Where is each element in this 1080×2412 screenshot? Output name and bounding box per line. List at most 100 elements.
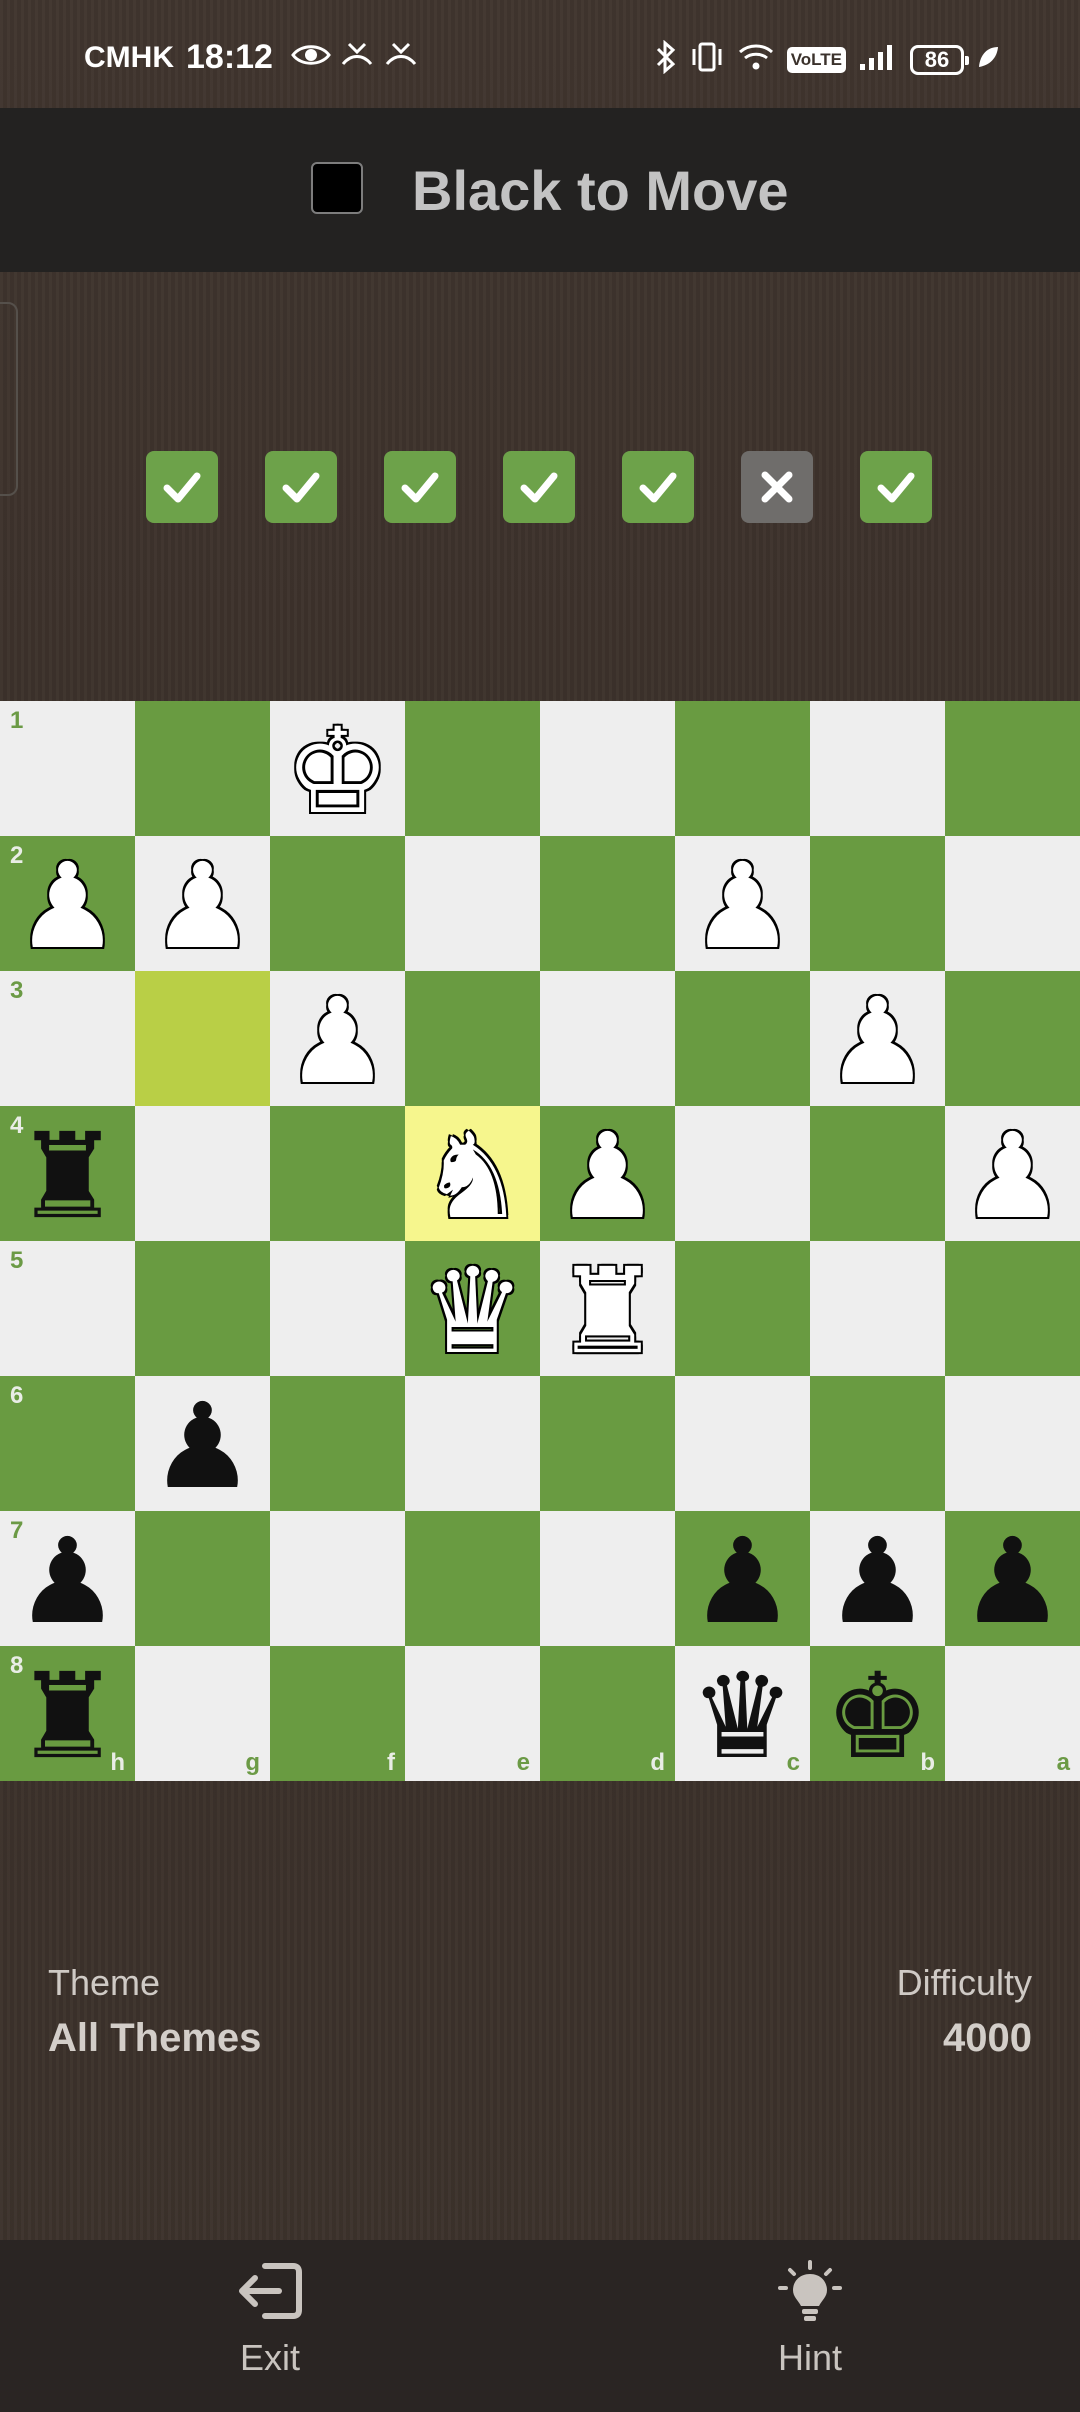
- square-g3[interactable]: [135, 971, 270, 1106]
- status-bar: CMHK 18:12 VoLTE 86: [0, 0, 1080, 108]
- square-d2[interactable]: [540, 836, 675, 971]
- square-e5[interactable]: ♛: [405, 1241, 540, 1376]
- black-rook-icon[interactable]: ♜: [15, 1117, 121, 1235]
- square-g6[interactable]: ♟: [135, 1376, 270, 1511]
- square-d3[interactable]: [540, 971, 675, 1106]
- square-h8[interactable]: 8 h ♜: [0, 1646, 135, 1781]
- square-a8[interactable]: a: [945, 1646, 1080, 1781]
- file-label-d: d: [650, 1749, 665, 1776]
- black-king-icon[interactable]: ♚: [825, 1657, 931, 1775]
- white-pawn-icon[interactable]: ♟: [150, 847, 256, 965]
- square-b8[interactable]: b ♚: [810, 1646, 945, 1781]
- white-queen-icon[interactable]: ♛: [420, 1252, 526, 1370]
- white-knight-icon[interactable]: ♞: [420, 1117, 526, 1235]
- chess-board[interactable]: 1 ♚ 2 ♟ ♟ ♟ 3 ♟ ♟ 4 ♜ ♞ ♟ ♟ 5 ♛ ♜ 6 ♟ 7 ♟ ♟ ♟ ♟ 8 h ♜ g f e d c ♛ b ♚ a: [0, 701, 1080, 1781]
- square-f1[interactable]: ♚: [270, 701, 405, 836]
- theme-label: Theme: [48, 1962, 161, 2003]
- square-a5[interactable]: [945, 1241, 1080, 1376]
- white-pawn-icon[interactable]: ♟: [825, 982, 931, 1100]
- square-c1[interactable]: [675, 701, 810, 836]
- square-h6[interactable]: 6: [0, 1376, 135, 1511]
- square-h7[interactable]: 7 ♟: [0, 1511, 135, 1646]
- square-c5[interactable]: [675, 1241, 810, 1376]
- square-b6[interactable]: [810, 1376, 945, 1511]
- square-g8[interactable]: g: [135, 1646, 270, 1781]
- square-f5[interactable]: [270, 1241, 405, 1376]
- black-pawn-icon[interactable]: ♟: [690, 1522, 796, 1640]
- black-pawn-icon[interactable]: ♟: [960, 1522, 1066, 1640]
- square-e4[interactable]: ♞: [405, 1106, 540, 1241]
- signal-icon: [858, 42, 898, 77]
- square-d7[interactable]: [540, 1511, 675, 1646]
- square-a6[interactable]: [945, 1376, 1080, 1511]
- square-f7[interactable]: [270, 1511, 405, 1646]
- square-e8[interactable]: e: [405, 1646, 540, 1781]
- side-drawer-handle[interactable]: [0, 302, 18, 496]
- square-a4[interactable]: ♟: [945, 1106, 1080, 1241]
- square-a2[interactable]: [945, 836, 1080, 971]
- square-d8[interactable]: d: [540, 1646, 675, 1781]
- square-d4[interactable]: ♟: [540, 1106, 675, 1241]
- black-pawn-icon[interactable]: ♟: [150, 1387, 256, 1505]
- square-a3[interactable]: [945, 971, 1080, 1106]
- square-e6[interactable]: [405, 1376, 540, 1511]
- square-e1[interactable]: [405, 701, 540, 836]
- file-label-e: e: [516, 1749, 530, 1776]
- square-a7[interactable]: ♟: [945, 1511, 1080, 1646]
- hint-button[interactable]: Hint: [700, 2260, 920, 2400]
- square-g4[interactable]: [135, 1106, 270, 1241]
- square-e2[interactable]: [405, 836, 540, 971]
- black-rook-icon[interactable]: ♜: [15, 1657, 121, 1775]
- black-pawn-icon[interactable]: ♟: [825, 1522, 931, 1640]
- progress-mark-3: [384, 451, 456, 523]
- square-b1[interactable]: [810, 701, 945, 836]
- white-pawn-icon[interactable]: ♟: [555, 1117, 661, 1235]
- square-d1[interactable]: [540, 701, 675, 836]
- square-h3[interactable]: 3: [0, 971, 135, 1106]
- square-g7[interactable]: [135, 1511, 270, 1646]
- square-e7[interactable]: [405, 1511, 540, 1646]
- square-c3[interactable]: [675, 971, 810, 1106]
- black-pawn-icon[interactable]: ♟: [15, 1522, 121, 1640]
- square-c8[interactable]: c ♛: [675, 1646, 810, 1781]
- square-h2[interactable]: 2 ♟: [0, 836, 135, 971]
- white-pawn-icon[interactable]: ♟: [15, 847, 121, 965]
- square-f6[interactable]: [270, 1376, 405, 1511]
- square-b5[interactable]: [810, 1241, 945, 1376]
- square-d6[interactable]: [540, 1376, 675, 1511]
- square-g1[interactable]: [135, 701, 270, 836]
- square-f4[interactable]: [270, 1106, 405, 1241]
- square-c6[interactable]: [675, 1376, 810, 1511]
- theme-value: All Themes: [48, 2016, 262, 2060]
- square-g2[interactable]: ♟: [135, 836, 270, 971]
- white-pawn-icon[interactable]: ♟: [285, 982, 391, 1100]
- square-h5[interactable]: 5: [0, 1241, 135, 1376]
- square-a1[interactable]: [945, 701, 1080, 836]
- black-queen-icon[interactable]: ♛: [690, 1657, 796, 1775]
- square-g5[interactable]: [135, 1241, 270, 1376]
- square-b3[interactable]: ♟: [810, 971, 945, 1106]
- square-c7[interactable]: ♟: [675, 1511, 810, 1646]
- square-f3[interactable]: ♟: [270, 971, 405, 1106]
- square-b7[interactable]: ♟: [810, 1511, 945, 1646]
- exit-button[interactable]: Exit: [160, 2260, 380, 2400]
- square-b2[interactable]: [810, 836, 945, 971]
- square-h4[interactable]: 4 ♜: [0, 1106, 135, 1241]
- square-c4[interactable]: [675, 1106, 810, 1241]
- square-c2[interactable]: ♟: [675, 836, 810, 971]
- square-h1[interactable]: 1: [0, 701, 135, 836]
- white-king-icon[interactable]: ♚: [285, 712, 391, 830]
- square-d5[interactable]: ♜: [540, 1241, 675, 1376]
- wifi-icon: [737, 42, 775, 77]
- missed-call-icon-2: [383, 40, 419, 75]
- check-icon: [520, 472, 558, 503]
- white-pawn-icon[interactable]: ♟: [690, 847, 796, 965]
- square-f2[interactable]: [270, 836, 405, 971]
- white-rook-icon[interactable]: ♜: [555, 1252, 661, 1370]
- square-f8[interactable]: f: [270, 1646, 405, 1781]
- rank-label-1: 1: [10, 707, 24, 734]
- square-e3[interactable]: [405, 971, 540, 1106]
- white-pawn-icon[interactable]: ♟: [960, 1117, 1066, 1235]
- progress-mark-4: [503, 451, 575, 523]
- square-b4[interactable]: [810, 1106, 945, 1241]
